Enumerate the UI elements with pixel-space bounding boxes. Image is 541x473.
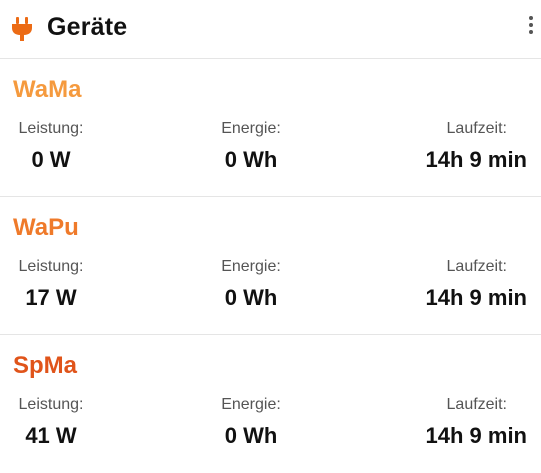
energy-metric: Energie: 0 Wh [211,120,291,173]
runtime-label: Laufzeit: [446,396,507,413]
app-header: Geräte [0,0,541,59]
energy-label: Energie: [221,258,281,275]
power-value: 41 W [25,423,77,448]
power-metric: Leistung: 17 W [16,258,86,311]
power-metric: Leistung: 41 W [16,396,86,449]
energy-value: 0 Wh [224,423,278,448]
more-vert-icon[interactable] [525,14,537,36]
power-label: Leistung: [18,120,84,137]
device-name: WaMa [13,76,82,103]
energy-metric: Energie: 0 Wh [211,396,291,449]
power-metric: Leistung: 0 W [16,120,86,173]
energy-metric: Energie: 0 Wh [211,258,291,311]
power-label: Leistung: [18,258,84,275]
page-title: Geräte [47,13,128,41]
device-list: WaMa Leistung: 0 W Energie: 0 Wh Laufzei… [0,59,541,473]
runtime-metric: Laufzeit: 14h 9 min [397,120,527,173]
runtime-metric: Laufzeit: 14h 9 min [397,258,527,311]
energy-label: Energie: [221,396,281,413]
runtime-label: Laufzeit: [446,258,507,275]
power-value: 17 W [25,285,77,310]
runtime-value: 14h 9 min [425,147,527,172]
device-card-wapu[interactable]: WaPu Leistung: 17 W Energie: 0 Wh Laufze… [0,197,541,335]
device-name: SpMa [13,352,78,379]
runtime-label: Laufzeit: [446,120,507,137]
power-value: 0 W [31,147,71,172]
power-label: Leistung: [18,396,84,413]
energy-value: 0 Wh [224,147,278,172]
runtime-value: 14h 9 min [425,423,527,448]
device-card-spma[interactable]: SpMa Leistung: 41 W Energie: 0 Wh Laufze… [0,335,541,473]
plug-icon [12,17,32,41]
runtime-value: 14h 9 min [425,285,527,310]
device-card-wama[interactable]: WaMa Leistung: 0 W Energie: 0 Wh Laufzei… [0,59,541,197]
runtime-metric: Laufzeit: 14h 9 min [397,396,527,449]
energy-value: 0 Wh [224,285,278,310]
energy-label: Energie: [221,120,281,137]
device-name: WaPu [13,214,79,241]
